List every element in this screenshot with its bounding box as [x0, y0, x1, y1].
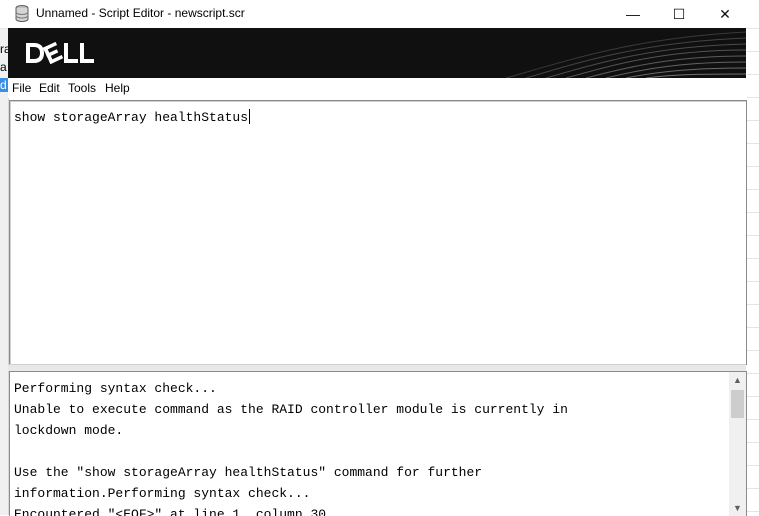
scroll-down-icon[interactable]: ▼	[729, 500, 746, 516]
output-line: information.Performing syntax check...	[14, 486, 311, 501]
output-scrollbar[interactable]: ▲ ▼	[729, 372, 746, 516]
background-text-fragment: a	[0, 60, 7, 74]
menu-help[interactable]: Help	[105, 81, 130, 95]
minimize-button[interactable]: —	[610, 0, 656, 28]
editor-content: show storageArray healthStatus	[14, 110, 249, 125]
background-window-edge: ra a d	[0, 28, 11, 515]
output-line: Encountered "<EOF>" at line 1, column 30…	[14, 507, 334, 516]
output-pane[interactable]: Performing syntax check... Unable to exe…	[9, 371, 747, 516]
brand-banner	[8, 28, 746, 78]
window-title: Unnamed - Script Editor - newscript.scr	[36, 6, 245, 20]
scroll-up-icon[interactable]: ▲	[729, 372, 746, 388]
editor-text-line: show storageArray healthStatus	[14, 109, 251, 125]
banner-wave-decoration	[505, 31, 746, 78]
output-text: Performing syntax check... Unable to exe…	[14, 378, 726, 516]
menu-tools[interactable]: Tools	[68, 81, 96, 95]
output-line: Use the "show storageArray healthStatus"…	[14, 465, 483, 480]
close-button[interactable]: ✕	[702, 0, 748, 28]
scroll-thumb[interactable]	[731, 390, 744, 418]
menu-bar: File Edit Tools Help	[8, 78, 746, 98]
title-bar[interactable]: Unnamed - Script Editor - newscript.scr …	[0, 0, 759, 29]
menu-edit[interactable]: Edit	[39, 81, 60, 95]
dell-logo	[26, 41, 94, 65]
output-line: lockdown mode.	[14, 423, 124, 438]
background-highlighted-fragment: d	[0, 78, 8, 92]
database-icon	[15, 5, 29, 22]
output-line: Unable to execute command as the RAID co…	[14, 402, 568, 417]
script-editor[interactable]: show storageArray healthStatus	[9, 100, 747, 365]
menu-file[interactable]: File	[12, 81, 31, 95]
output-line: Performing syntax check...	[14, 381, 217, 396]
text-caret	[249, 109, 251, 124]
maximize-button[interactable]: ☐	[656, 0, 702, 28]
background-window-right	[747, 28, 759, 515]
